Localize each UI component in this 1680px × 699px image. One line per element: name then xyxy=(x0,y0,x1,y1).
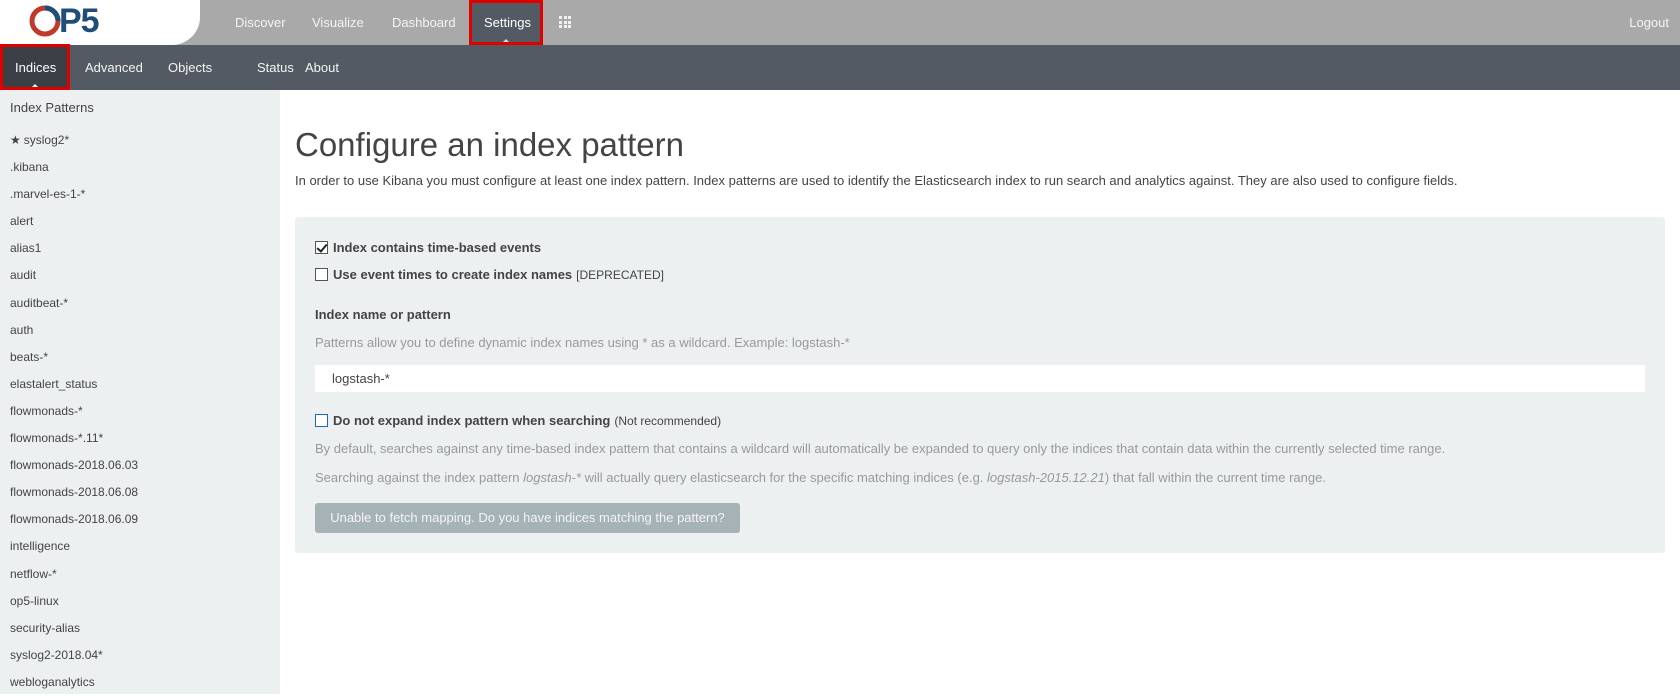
sidebar-item[interactable]: webloganalytics xyxy=(0,669,280,696)
nav-visualize[interactable]: Visualize xyxy=(297,0,379,45)
tab-indices-label: Indices xyxy=(15,60,57,75)
index-pattern-form: Index contains time-based events Use eve… xyxy=(295,217,1665,553)
not-recommended-tag: (Not recommended) xyxy=(614,413,722,428)
top-navbar: P5 Discover Visualize Dashboard Settings… xyxy=(0,0,1680,45)
sidebar-item[interactable]: .kibana xyxy=(0,154,280,181)
nav-discover[interactable]: Discover xyxy=(220,0,301,45)
logo-container: P5 xyxy=(0,0,200,45)
sidebar-item[interactable]: flowmonads-*.11* xyxy=(0,425,280,452)
nav-settings-label: Settings xyxy=(484,15,531,30)
sidebar-item[interactable]: security-alias xyxy=(0,615,280,642)
expand-example-index: logstash-2015.12.21 xyxy=(987,470,1105,485)
create-index-button[interactable]: Unable to fetch mapping. Do you have ind… xyxy=(315,503,740,533)
page-description: In order to use Kibana you must configur… xyxy=(295,173,1458,188)
sidebar-item[interactable]: alert xyxy=(0,208,280,235)
sidebar-item[interactable]: flowmonads-2018.06.09 xyxy=(0,506,280,533)
logo-text: P5 xyxy=(59,2,100,40)
time-based-checkbox[interactable] xyxy=(315,241,328,254)
expand-example-text: will actually query elasticsearch for th… xyxy=(580,470,988,485)
expand-description: By default, searches against any time-ba… xyxy=(315,441,1446,456)
sidebar-heading: Index Patterns xyxy=(10,100,94,115)
index-pattern-list: ★ syslog2* .kibana .marvel-es-1-* alert a… xyxy=(0,127,280,696)
sidebar-item[interactable]: beats-* xyxy=(0,344,280,371)
sidebar-item[interactable]: flowmonads-* xyxy=(0,398,280,425)
index-pattern-input[interactable]: logstash-* xyxy=(315,365,1645,392)
op5-logo[interactable]: P5 xyxy=(28,2,100,40)
expand-example: Searching against the index pattern logs… xyxy=(315,470,1326,485)
settings-subnav: Indices Advanced Objects Status About xyxy=(0,45,1680,90)
nav-dashboard[interactable]: Dashboard xyxy=(377,0,471,45)
no-expand-option[interactable]: Do not expand index pattern when searchi… xyxy=(315,413,721,428)
sidebar-item[interactable]: alias1 xyxy=(0,235,280,262)
tab-indices[interactable]: Indices xyxy=(0,45,70,90)
page-title: Configure an index pattern xyxy=(295,126,684,163)
sidebar-item[interactable]: auditbeat-* xyxy=(0,290,280,317)
sidebar-item-label: syslog2* xyxy=(23,133,70,147)
op5-logo-icon xyxy=(29,5,61,37)
sidebar-item[interactable]: audit xyxy=(0,262,280,289)
event-times-checkbox[interactable] xyxy=(315,268,328,281)
index-patterns-sidebar: Index Patterns ★ syslog2* .kibana .marvel… xyxy=(0,90,280,694)
expand-example-text: ) that fall within the current time rang… xyxy=(1104,470,1326,485)
sidebar-item[interactable]: netflow-* xyxy=(0,561,280,588)
no-expand-label: Do not expand index pattern when searchi… xyxy=(333,413,611,428)
event-times-option[interactable]: Use event times to create index names [D… xyxy=(315,267,664,282)
sidebar-item[interactable]: syslog2-2018.04* xyxy=(0,642,280,669)
grid-icon[interactable] xyxy=(559,16,571,28)
expand-example-pattern: logstash-* xyxy=(523,470,581,485)
deprecated-tag: [DEPRECATED] xyxy=(576,267,664,282)
star-icon: ★ xyxy=(10,133,21,147)
expand-example-text: Searching against the index pattern xyxy=(315,470,524,485)
no-expand-checkbox[interactable] xyxy=(315,414,328,427)
time-based-option[interactable]: Index contains time-based events xyxy=(315,240,541,255)
sidebar-item[interactable]: op5-linux xyxy=(0,588,280,615)
index-pattern-hint: Patterns allow you to define dynamic ind… xyxy=(315,335,850,350)
tab-about[interactable]: About xyxy=(290,45,354,90)
sidebar-item-syslog2-default[interactable]: ★ syslog2* xyxy=(0,127,280,154)
sidebar-item[interactable]: flowmonads-2018.06.03 xyxy=(0,452,280,479)
sidebar-item[interactable]: flowmonads-2018.06.08 xyxy=(0,479,280,506)
sidebar-item[interactable]: intelligence xyxy=(0,533,280,560)
time-based-label: Index contains time-based events xyxy=(333,240,542,255)
sidebar-item[interactable]: .marvel-es-1-* xyxy=(0,181,280,208)
sidebar-item[interactable]: elastalert_status xyxy=(0,371,280,398)
event-times-label: Use event times to create index names xyxy=(333,267,573,282)
nav-settings[interactable]: Settings xyxy=(469,0,542,45)
sidebar-item[interactable]: auth xyxy=(0,317,280,344)
index-name-label: Index name or pattern xyxy=(315,307,451,322)
logout-link[interactable]: Logout xyxy=(1614,0,1680,45)
tab-objects[interactable]: Objects xyxy=(153,45,227,90)
tab-advanced[interactable]: Advanced xyxy=(70,45,158,90)
